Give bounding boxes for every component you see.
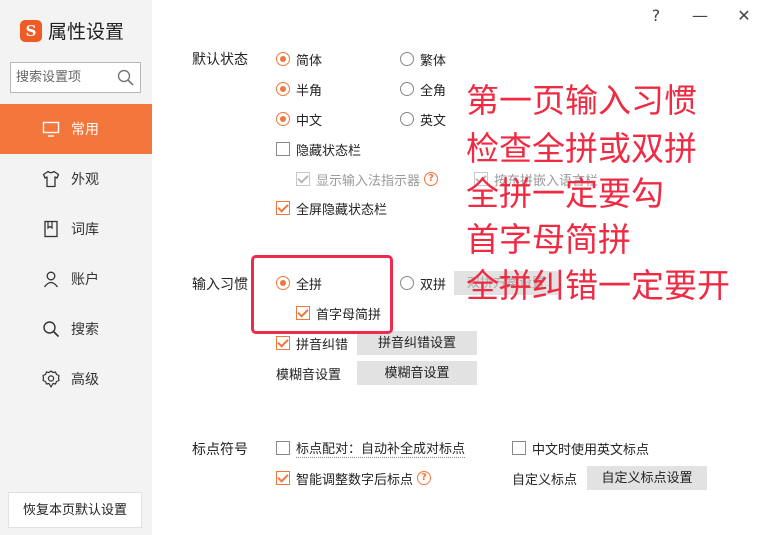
option-label: 智能调整数字后标点 [296, 472, 414, 488]
smart-adjust-checkbox[interactable]: 智能调整数字后标点 ? [276, 468, 432, 488]
sidebar-item-common[interactable]: 常用 [0, 104, 152, 154]
default-state-label: 默认状态 [192, 52, 248, 68]
checkbox-indicator[interactable] [276, 471, 290, 485]
sidebar-item-label: 词库 [71, 222, 99, 238]
english-radio[interactable]: 英文 [400, 109, 446, 129]
sidebar-item-label: 搜索 [71, 322, 99, 338]
search-icon [43, 321, 60, 338]
option-label: 标点配对：自动补全成对标点 [296, 438, 466, 458]
annotation-line-2: 检查全拼或双拼 [466, 129, 697, 168]
english-punct-checkbox[interactable]: 中文时使用英文标点 [512, 438, 649, 458]
radio-indicator[interactable] [400, 82, 414, 96]
simplified-radio[interactable]: 简体 [276, 49, 322, 69]
checkbox-indicator[interactable] [276, 336, 290, 350]
help-icon[interactable]: ? [417, 471, 432, 485]
half-width-radio[interactable]: 半角 [276, 79, 322, 99]
fuzzy-settings-button[interactable]: 模糊音设置 [357, 361, 477, 385]
quanpin-radio[interactable]: 全拼 [276, 273, 322, 293]
option-label: 显示输入法指示器 [316, 173, 421, 189]
checkbox-indicator[interactable] [296, 172, 310, 186]
book-icon [44, 220, 58, 238]
sidebar-item-label: 外观 [71, 172, 99, 188]
checkbox-indicator[interactable] [276, 441, 290, 455]
radio-indicator[interactable] [276, 82, 290, 96]
fullscreen-hide-checkbox[interactable]: 全屏隐藏状态栏 [276, 198, 387, 218]
search-icon[interactable] [117, 69, 134, 86]
help-button[interactable]: ? [646, 6, 666, 26]
custom-punct-settings-button[interactable]: 自定义标点设置 [587, 466, 707, 490]
option-label: 拼音纠错 [296, 337, 349, 353]
annotation-line-3: 全拼一定要勾 [466, 174, 664, 213]
show-indicator-checkbox[interactable]: 显示输入法指示器 ? [296, 169, 439, 189]
option-label: 全拼 [296, 277, 323, 293]
user-icon [43, 271, 59, 288]
sidebar-item-label: 高级 [71, 372, 99, 388]
option-label: 全屏隐藏状态栏 [296, 202, 388, 218]
hide-status-bar-checkbox[interactable]: 隐藏状态栏 [276, 139, 361, 159]
checkbox-indicator[interactable] [276, 201, 290, 215]
full-width-radio[interactable]: 全角 [400, 79, 446, 99]
initials-checkbox[interactable]: 首字母简拼 [296, 303, 381, 323]
fuzzy-label: 模糊音设置 [276, 367, 342, 383]
option-label: 半角 [296, 83, 323, 99]
chinese-radio[interactable]: 中文 [276, 109, 322, 129]
custom-punct-label: 自定义标点 [512, 472, 578, 488]
minimize-button[interactable]: — [690, 6, 710, 26]
help-icon[interactable]: ? [424, 172, 439, 186]
restore-defaults-button[interactable]: 恢复本页默认设置 [8, 492, 142, 528]
annotation-line-4: 首字母简拼 [466, 220, 631, 259]
sidebar-item-search[interactable]: 搜索 [0, 304, 152, 354]
sidebar: S 属性设置 常用 外观 词库 账户 [0, 0, 152, 535]
search-box[interactable] [10, 62, 141, 93]
sogou-logo-icon: S [20, 20, 42, 42]
checkbox-indicator[interactable] [276, 142, 290, 156]
fuzzy-label-row: 模糊音设置 [276, 363, 341, 383]
option-label: 简体 [296, 53, 323, 69]
option-label: 中文时使用英文标点 [532, 442, 650, 458]
search-input[interactable] [11, 63, 116, 92]
pairing-checkbox[interactable]: 标点配对：自动补全成对标点 [276, 438, 466, 458]
gear-icon [42, 370, 60, 388]
close-button[interactable]: ✕ [734, 6, 754, 26]
monitor-icon [42, 121, 60, 137]
sidebar-item-appearance[interactable]: 外观 [0, 154, 152, 204]
sidebar-item-advanced[interactable]: 高级 [0, 354, 152, 404]
custom-punct-row: 自定义标点 [512, 468, 577, 488]
pinyin-correction-checkbox[interactable]: 拼音纠错 [276, 333, 348, 353]
radio-indicator[interactable] [400, 276, 414, 290]
radio-indicator[interactable] [400, 52, 414, 66]
annotation-line-5: 全拼纠错一定要开 [466, 266, 730, 305]
radio-indicator[interactable] [276, 276, 290, 290]
option-label: 全角 [420, 83, 447, 99]
shirt-icon [42, 170, 60, 188]
traditional-radio[interactable]: 繁体 [400, 49, 446, 69]
option-label: 首字母简拼 [316, 307, 382, 323]
sidebar-item-label: 常用 [71, 122, 99, 138]
punctuation-label: 标点符号 [192, 442, 248, 458]
correction-settings-button[interactable]: 拼音纠错设置 [357, 331, 477, 355]
window-title: 属性设置 [48, 21, 125, 43]
radio-indicator[interactable] [276, 52, 290, 66]
option-label: 繁体 [420, 53, 447, 69]
sidebar-item-account[interactable]: 账户 [0, 254, 152, 304]
radio-indicator[interactable] [400, 112, 414, 126]
radio-indicator[interactable] [276, 112, 290, 126]
option-label: 英文 [420, 113, 447, 129]
sidebar-item-label: 账户 [71, 272, 99, 288]
option-label: 双拼 [420, 277, 447, 293]
option-label: 隐藏状态栏 [296, 143, 362, 159]
input-habit-label: 输入习惯 [192, 277, 248, 293]
annotation-line-1: 第一页输入习惯 [466, 81, 697, 120]
shuangpin-radio[interactable]: 双拼 [400, 273, 446, 293]
checkbox-indicator[interactable] [296, 306, 310, 320]
option-label: 中文 [296, 113, 323, 129]
sidebar-item-dictionary[interactable]: 词库 [0, 204, 152, 254]
checkbox-indicator[interactable] [512, 441, 526, 455]
